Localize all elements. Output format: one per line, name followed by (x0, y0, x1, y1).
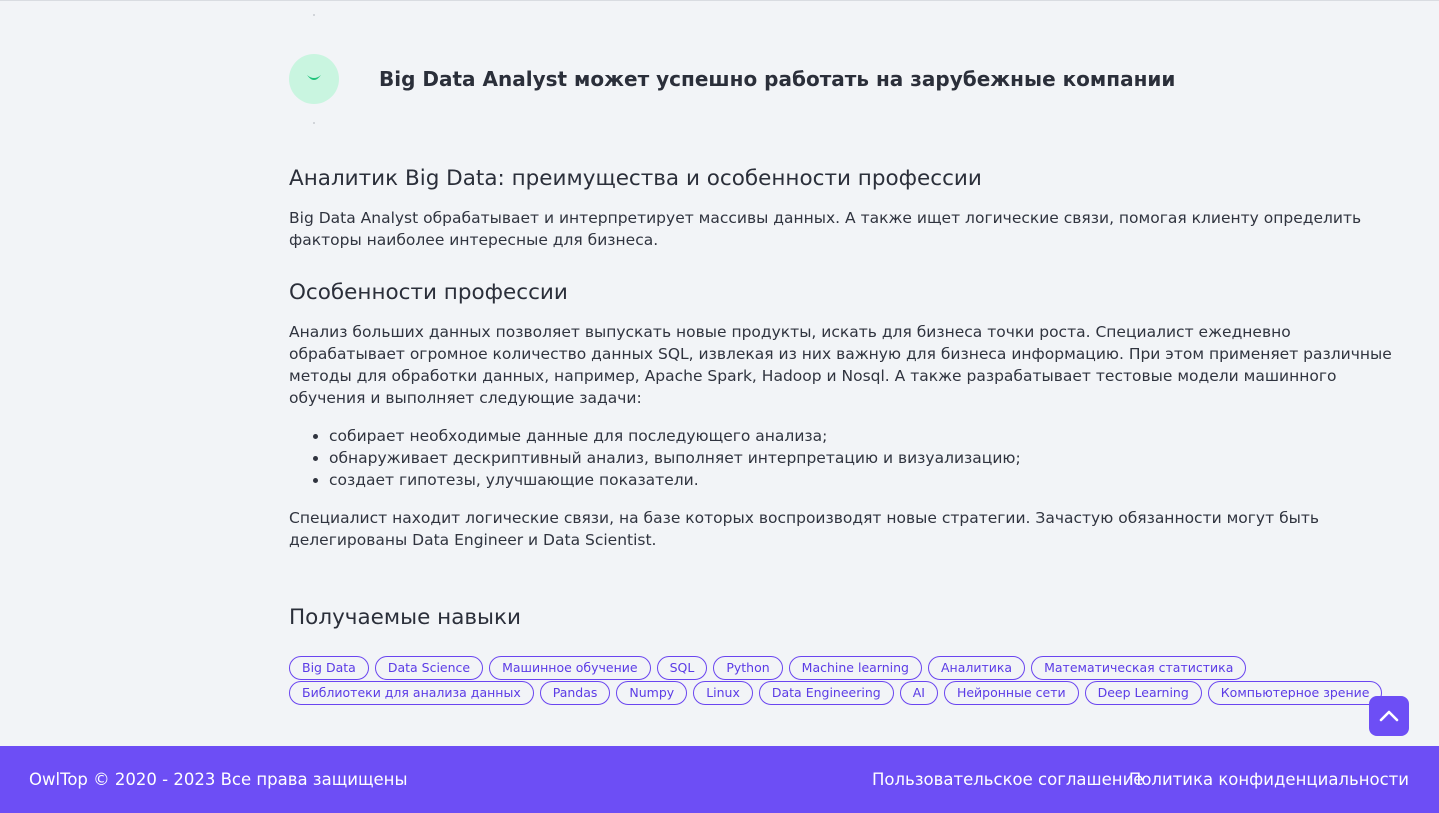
advantage-text: Big Data Analyst может успешно работать … (379, 67, 1176, 91)
advantage-item: Big Data Analyst может успешно работать … (289, 54, 1175, 104)
scroll-to-top-button[interactable] (1369, 696, 1409, 736)
skill-tag[interactable]: Нейронные сети (943, 681, 1079, 705)
skill-tag[interactable]: Data Engineering (758, 681, 894, 705)
chevron-up-icon (1379, 710, 1399, 722)
skill-tag[interactable]: Библиотеки для анализа данных (289, 681, 534, 705)
timeline-dot (313, 14, 315, 16)
skill-tag[interactable]: Deep Learning (1084, 681, 1202, 705)
skill-tag[interactable]: Big Data (289, 656, 369, 680)
list-item: обнаруживает дескриптивный анализ, выпол… (329, 447, 1021, 469)
conclusion-paragraph: Специалист находит логические связи, на … (289, 509, 1320, 549)
site-footer: OwlTop © 2020 - 2023 Все права защищены … (0, 746, 1439, 813)
skill-tag[interactable]: AI (899, 681, 938, 705)
footer-copyright: OwlTop © 2020 - 2023 Все права защищены (29, 770, 408, 789)
smile-icon (289, 54, 339, 104)
skill-tag[interactable]: Математическая статистика (1031, 656, 1247, 680)
skill-tag[interactable]: Аналитика (927, 656, 1026, 680)
skill-tag[interactable]: Pandas (539, 681, 611, 705)
skill-tag[interactable]: Machine learning (788, 656, 922, 680)
article-heading: Аналитик Big Data: преимущества и особен… (289, 166, 982, 191)
skills-heading: Получаемые навыки (289, 605, 521, 630)
features-heading: Особенности профессии (289, 280, 568, 305)
skill-tag[interactable]: Python (713, 656, 783, 680)
skill-tag[interactable]: Data Science (374, 656, 484, 680)
skill-tag[interactable]: Компьютерное зрение (1207, 681, 1383, 705)
skill-tag[interactable]: SQL (656, 656, 708, 680)
timeline-dot (313, 122, 315, 124)
privacy-link[interactable]: Политика конфиденциальности (1129, 770, 1409, 789)
top-divider (0, 0, 1439, 1)
skill-tag[interactable]: Numpy (616, 681, 688, 705)
article-paragraph: Big Data Analyst обрабатывает и интерпре… (289, 209, 1362, 249)
features-paragraph: Анализ больших данных позволяет выпускат… (289, 323, 1392, 407)
tasks-list: собирает необходимые данные для последую… (329, 425, 1021, 491)
terms-link[interactable]: Пользовательское соглашение (872, 770, 1143, 789)
list-item: создает гипотезы, улучшающие показатели. (329, 469, 1021, 491)
skills-tags: Big Data Data Science Машинное обучение … (289, 656, 1409, 705)
list-item: собирает необходимые данные для последую… (329, 425, 1021, 447)
skill-tag[interactable]: Linux (693, 681, 753, 705)
skill-tag[interactable]: Машинное обучение (489, 656, 651, 680)
